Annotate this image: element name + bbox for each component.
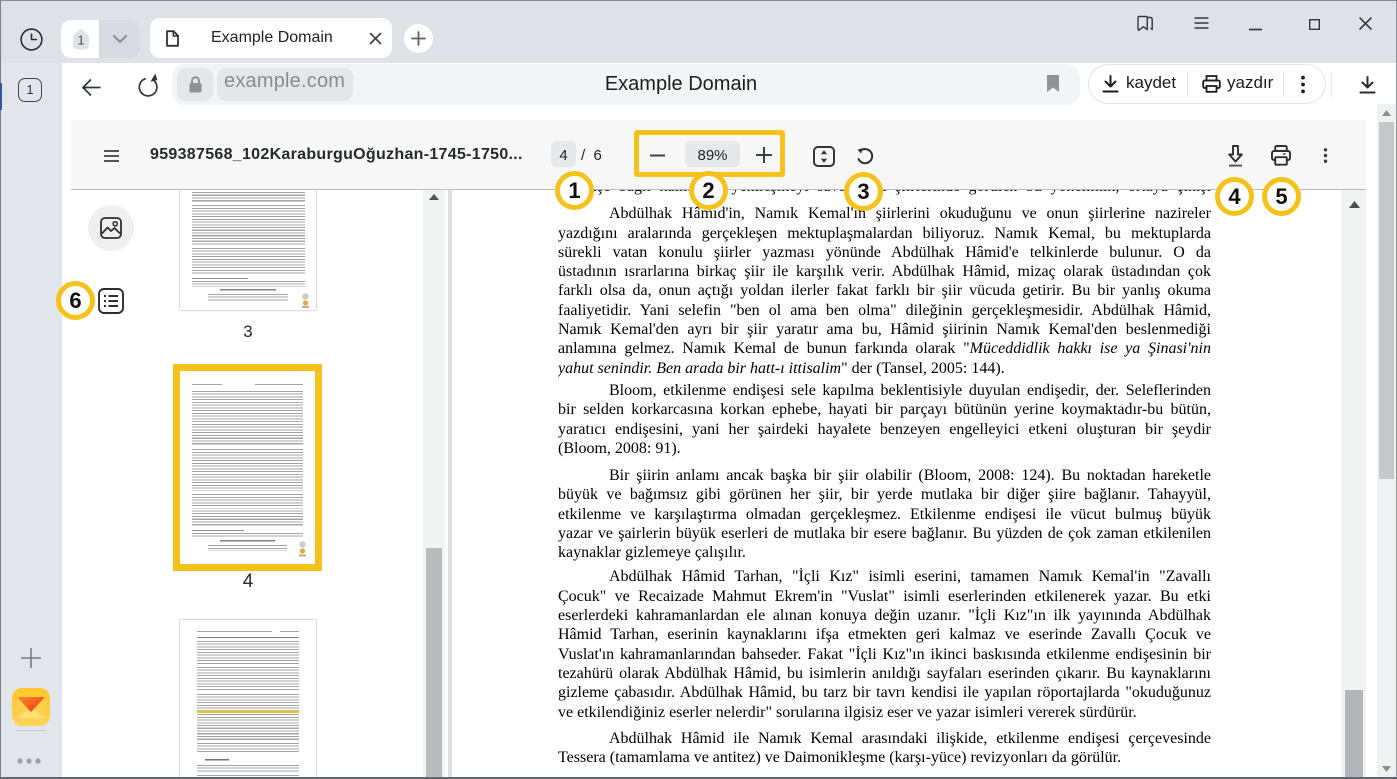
svg-text:1: 1 (77, 33, 84, 48)
